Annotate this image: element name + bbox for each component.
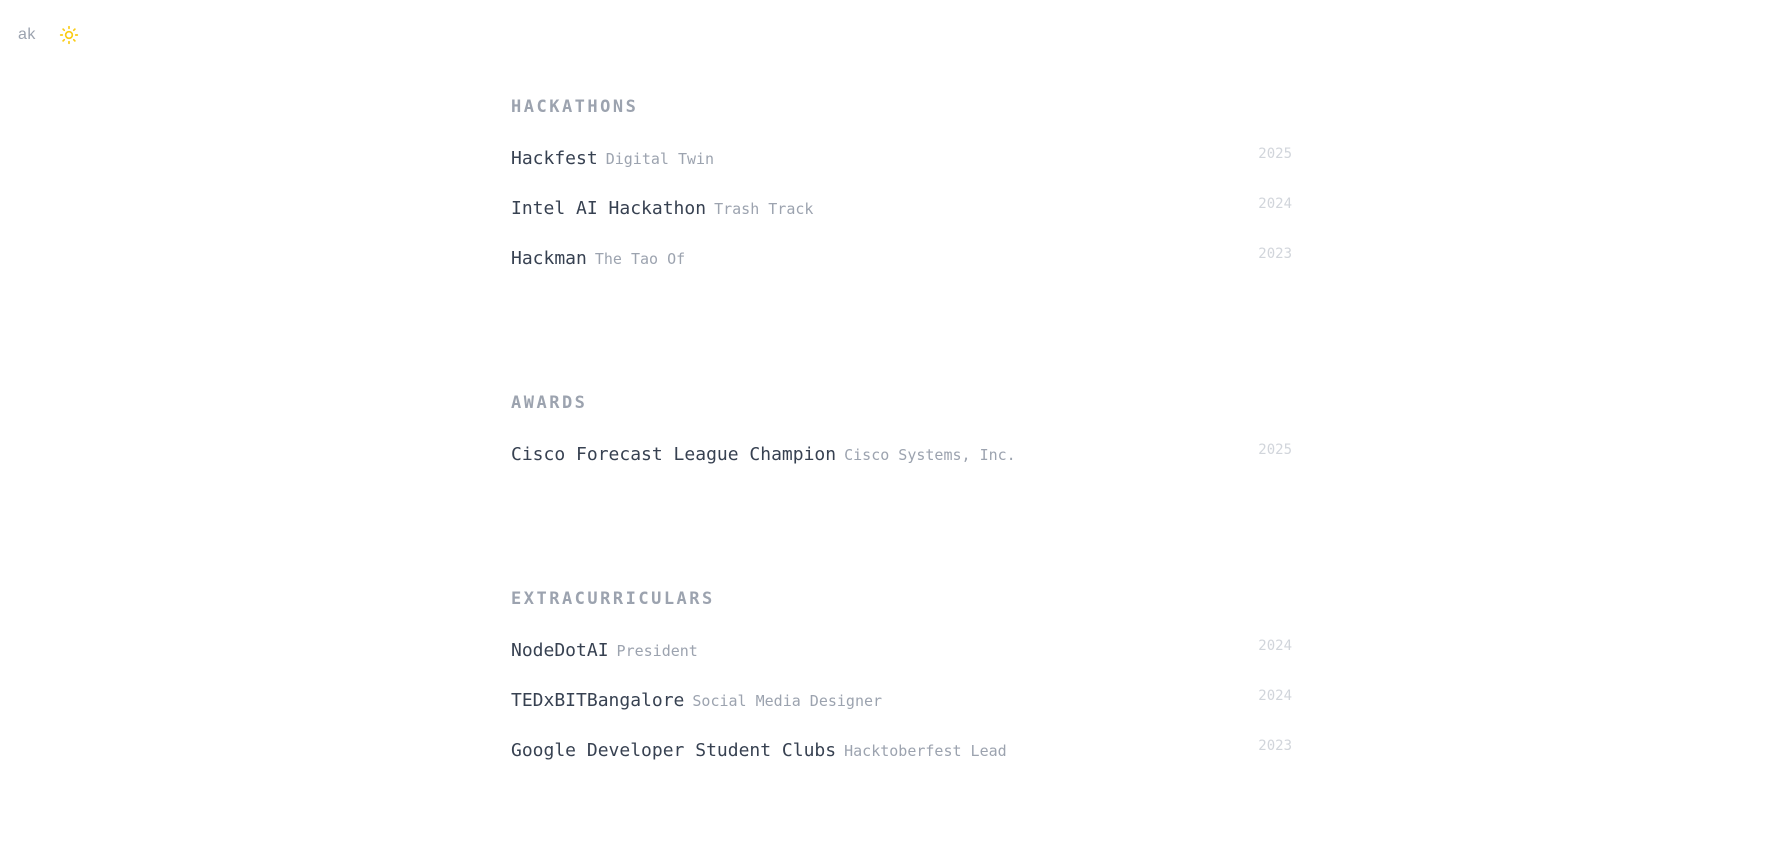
item-subtitle: Trash Track <box>714 200 814 218</box>
list-item: Intel AI Hackathon Trash Track 2024 <box>511 196 1292 248</box>
item-year: 2024 <box>1258 196 1292 212</box>
awards-list: Cisco Forecast League Champion Cisco Syst… <box>511 442 1292 494</box>
item-year: 2024 <box>1258 688 1292 704</box>
item-name[interactable]: Google Developer Student Clubs <box>511 740 836 761</box>
theme-toggle-button[interactable] <box>58 24 80 46</box>
item-name[interactable]: Hackfest <box>511 148 598 169</box>
section-title-hackathons: HACKATHONS <box>511 97 639 117</box>
section-extracurriculars: EXTRACURRICULARS NodeDotAI President 2024… <box>511 588 1292 790</box>
item-subtitle: Social Media Designer <box>692 692 883 710</box>
home-logo-link[interactable]: ak <box>18 26 36 44</box>
section-awards: AWARDS Cisco Forecast League Champion Cis… <box>511 392 1292 494</box>
list-item: Cisco Forecast League Champion Cisco Syst… <box>511 442 1292 494</box>
list-item: TEDxBITBangalore Social Media Designer 20… <box>511 688 1292 740</box>
item-name[interactable]: Hackman <box>511 248 587 269</box>
item-year: 2024 <box>1258 638 1292 654</box>
item-name[interactable]: TEDxBITBangalore <box>511 690 684 711</box>
list-item: Hackman The Tao Of 2023 <box>511 246 1292 298</box>
item-year: 2023 <box>1258 246 1292 262</box>
item-name[interactable]: Cisco Forecast League Champion <box>511 444 836 465</box>
sun-icon <box>59 25 79 45</box>
item-subtitle: The Tao Of <box>594 250 686 268</box>
section-title-awards: AWARDS <box>511 393 588 413</box>
item-name[interactable]: Intel AI Hackathon <box>511 198 706 219</box>
item-subtitle: President <box>616 642 698 660</box>
item-year: 2025 <box>1258 442 1292 458</box>
item-subtitle: Hacktoberfest Lead <box>844 742 1007 760</box>
item-year: 2023 <box>1258 738 1292 754</box>
item-name[interactable]: NodeDotAI <box>511 640 609 661</box>
hackathons-list: Hackfest Digital Twin 2025 Intel AI Hacka… <box>511 146 1292 298</box>
list-item: NodeDotAI President 2024 <box>511 638 1292 690</box>
list-item: Hackfest Digital Twin 2025 <box>511 146 1292 198</box>
top-bar: ak <box>18 24 80 46</box>
section-title-extracurriculars: EXTRACURRICULARS <box>511 589 715 609</box>
item-year: 2025 <box>1258 146 1292 162</box>
item-subtitle: Cisco Systems, Inc. <box>844 446 1016 464</box>
list-item: Google Developer Student Clubs Hacktoberf… <box>511 738 1292 790</box>
extracurriculars-list: NodeDotAI President 2024 TEDxBITBangalore… <box>511 638 1292 790</box>
item-subtitle: Digital Twin <box>605 150 715 168</box>
section-hackathons: HACKATHONS Hackfest Digital Twin 2025 Int… <box>511 96 1292 298</box>
